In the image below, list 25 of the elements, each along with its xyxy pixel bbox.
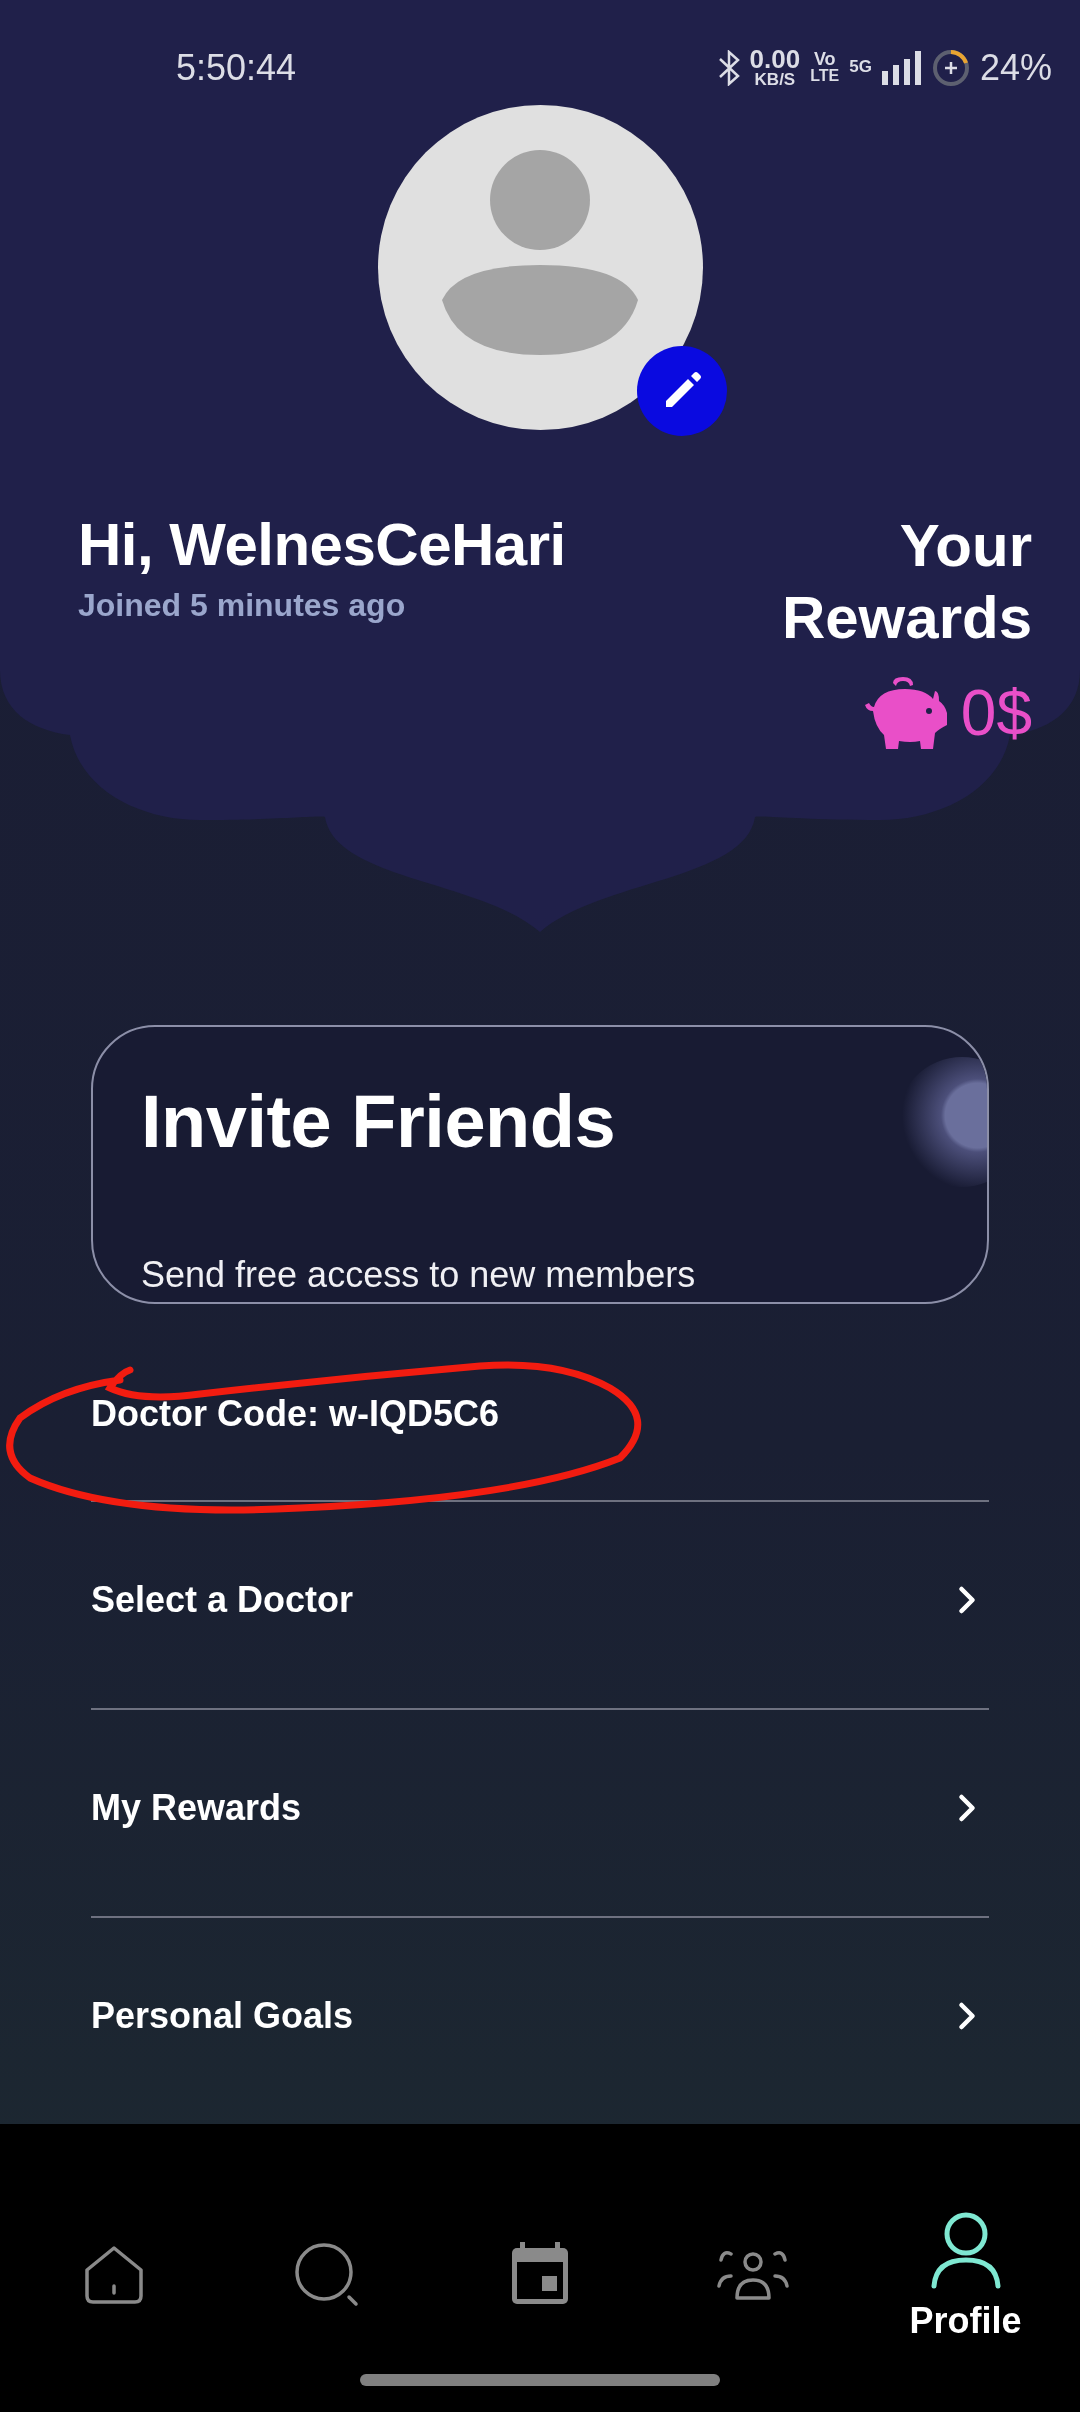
signal-icon bbox=[881, 50, 922, 85]
search-icon bbox=[294, 2242, 361, 2308]
menu-item[interactable]: Select a Doctor bbox=[91, 1500, 989, 1708]
volte-label: Vo bbox=[813, 51, 836, 69]
greeting: Hi, WelnesCeHari bbox=[78, 510, 566, 579]
menu-item[interactable]: My Rewards bbox=[91, 1708, 989, 1916]
doctor-code: Doctor Code: w-IQD5C6 bbox=[91, 1393, 500, 1435]
battery-icon bbox=[931, 48, 970, 87]
piggy-bank-icon bbox=[862, 677, 947, 749]
card-title: Invite Friends bbox=[141, 1079, 617, 1164]
rewards-title: Your Rewards bbox=[780, 511, 1032, 653]
bluetooth-icon bbox=[717, 49, 740, 86]
network-type: 5G bbox=[849, 59, 872, 76]
profile-tab[interactable]: Profile bbox=[885, 2124, 1046, 2354]
network-speed-unit: KB/S bbox=[754, 71, 796, 88]
card-subtitle: Send free access to new members bbox=[141, 1254, 697, 1296]
rewards-amount: 0$ bbox=[960, 676, 1032, 750]
status-time: 5:50:44 bbox=[176, 46, 298, 89]
network-speed: 0.00 bbox=[749, 47, 801, 72]
invite-friends-card[interactable]: Invite Friends Send free access to new members bbox=[91, 1025, 989, 1304]
volte-label: LTE bbox=[810, 68, 840, 84]
joined-date: Joined 5 minutes ago bbox=[78, 587, 407, 624]
calendar-icon bbox=[512, 2242, 568, 2304]
profile-icon bbox=[929, 2212, 1002, 2290]
battery-percent: 24% bbox=[979, 46, 1052, 89]
